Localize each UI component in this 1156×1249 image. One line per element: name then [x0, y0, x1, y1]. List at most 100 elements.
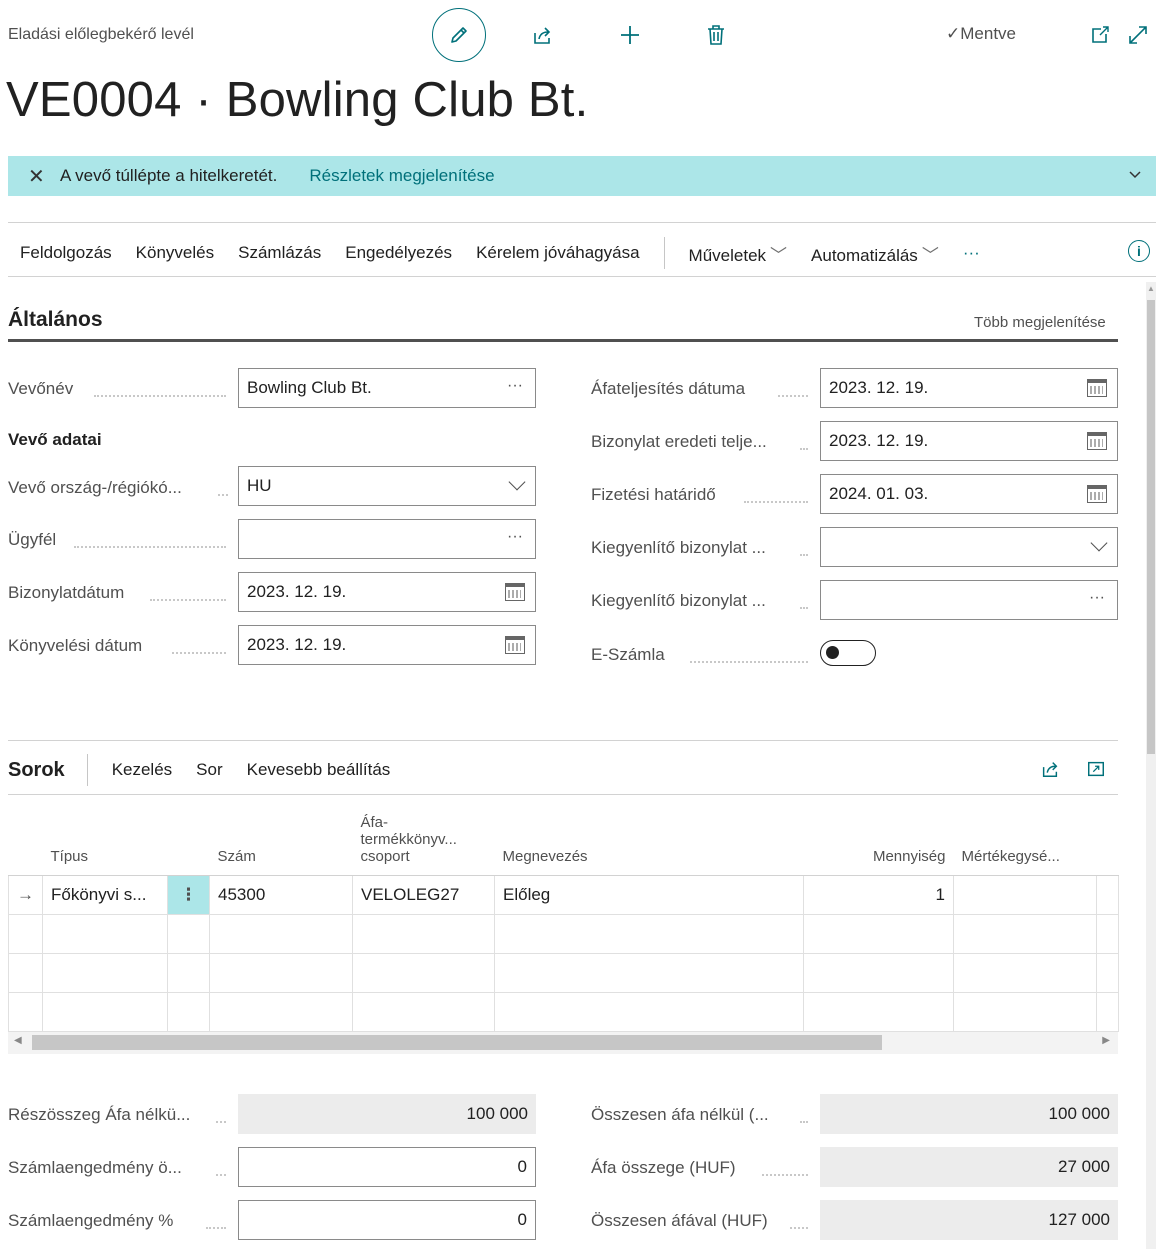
leader-dots: [762, 1174, 808, 1176]
empty-cell[interactable]: [953, 913, 1097, 954]
lines-action-fewer-options[interactable]: Kevesebb beállítás: [247, 760, 391, 780]
calendar-icon[interactable]: [1087, 379, 1107, 397]
menu-automation[interactable]: Automatizálás ﹀: [799, 241, 951, 266]
original-document-date-field[interactable]: 2023. 12. 19.: [820, 421, 1118, 461]
empty-cell[interactable]: [352, 991, 495, 1032]
close-icon[interactable]: ✕: [28, 164, 52, 189]
scroll-left-icon[interactable]: ◀: [14, 1035, 22, 1046]
column-header-description[interactable]: Megnevezés: [494, 795, 804, 876]
empty-cell[interactable]: [494, 913, 804, 954]
empty-cell[interactable]: [494, 991, 804, 1032]
more-actions-button[interactable]: ···: [951, 243, 992, 263]
share-icon[interactable]: [1032, 751, 1068, 787]
scroll-right-icon[interactable]: ▶: [1102, 1035, 1110, 1046]
empty-cell[interactable]: [352, 952, 495, 993]
empty-cell[interactable]: [42, 952, 168, 993]
vertical-scrollbar[interactable]: ▲: [1146, 282, 1156, 1249]
chevron-down-icon: ﹀: [770, 245, 788, 265]
posting-date-field[interactable]: 2023. 12. 19.: [238, 625, 536, 665]
calendar-icon[interactable]: [1087, 432, 1107, 450]
focus-mode-icon[interactable]: [1078, 751, 1114, 787]
action-request-approval[interactable]: Kérelem jóváhagyása: [464, 243, 651, 263]
empty-cell[interactable]: [803, 913, 954, 954]
customer-name-field[interactable]: Bowling Club Bt. ···: [238, 368, 536, 408]
e-invoice-toggle[interactable]: [820, 640, 876, 666]
invoice-discount-amount-field[interactable]: 0: [238, 1147, 536, 1187]
table-row[interactable]: → Főkönyvi s... ⋮ 45300 VELOLEG27 Előleg…: [8, 874, 1119, 915]
action-posting[interactable]: Könyvelés: [124, 243, 226, 263]
table-row[interactable]: [8, 991, 1119, 1032]
column-header-quantity[interactable]: Mennyiség: [803, 795, 954, 876]
table-row[interactable]: [8, 952, 1119, 993]
scroll-up-icon[interactable]: ▲: [1147, 284, 1155, 293]
cell-number[interactable]: 45300: [209, 874, 353, 915]
menu-actions[interactable]: Műveletek ﹀: [677, 241, 799, 266]
vat-date-field[interactable]: 2023. 12. 19.: [820, 368, 1118, 408]
country-select[interactable]: HU: [238, 466, 536, 506]
column-header-vat-group[interactable]: Áfa-termékkönyv... csoport: [352, 795, 495, 876]
leader-dots: [800, 554, 808, 556]
action-release[interactable]: Engedélyezés: [333, 243, 464, 263]
cell-uom[interactable]: [953, 874, 1097, 915]
cell-description[interactable]: Előleg: [494, 874, 804, 915]
table-row[interactable]: [8, 913, 1119, 954]
show-details-link[interactable]: Részletek megjelenítése: [309, 166, 494, 186]
empty-cell[interactable]: [803, 991, 954, 1032]
lookup-dots-icon[interactable]: ···: [507, 528, 523, 546]
info-icon[interactable]: i: [1128, 240, 1150, 262]
lines-action-manage[interactable]: Kezelés: [112, 760, 172, 780]
applies-to-number-field[interactable]: ···: [820, 580, 1118, 620]
delete-trash-icon[interactable]: [698, 17, 734, 53]
calendar-icon[interactable]: [505, 636, 525, 654]
empty-cell[interactable]: [42, 913, 168, 954]
column-header-uom[interactable]: Mértékegysé...: [953, 795, 1097, 876]
action-processing[interactable]: Feldolgozás: [8, 243, 124, 263]
calendar-icon[interactable]: [505, 583, 525, 601]
notification-message: A vevő túllépte a hitelkeretét.: [60, 166, 278, 185]
leader-dots: [778, 395, 808, 397]
column-header-number[interactable]: Szám: [209, 795, 353, 876]
expand-icon[interactable]: [1120, 17, 1156, 53]
row-menu-icon[interactable]: ⋮: [167, 874, 210, 915]
show-more-link[interactable]: Több megjelenítése: [974, 314, 1106, 331]
empty-cell[interactable]: [803, 952, 954, 993]
scrollbar-thumb[interactable]: [1147, 300, 1155, 754]
empty-cell[interactable]: [209, 913, 353, 954]
cell-vat-group[interactable]: VELOLEG27: [352, 874, 495, 915]
applies-to-type-label: Kiegyenlítő bizonylat ...: [591, 538, 766, 557]
client-field[interactable]: ···: [238, 519, 536, 559]
empty-cell[interactable]: [209, 952, 353, 993]
document-date-field[interactable]: 2023. 12. 19.: [238, 572, 536, 612]
action-separator: [663, 237, 665, 269]
cell-type[interactable]: Főkönyvi s...: [42, 874, 168, 915]
lines-title[interactable]: Sorok: [8, 759, 65, 782]
lines-action-line[interactable]: Sor: [196, 760, 222, 780]
section-title-general[interactable]: Általános: [8, 308, 103, 332]
empty-cell[interactable]: [953, 991, 1097, 1032]
empty-cell[interactable]: [42, 991, 168, 1032]
lookup-dots-icon[interactable]: ···: [1089, 589, 1105, 607]
client-label: Ügyfél: [8, 530, 57, 549]
empty-cell[interactable]: [209, 991, 353, 1032]
empty-cell[interactable]: [953, 952, 1097, 993]
lines-table: Típus Szám Áfa-termékkönyv... csoport Meg…: [8, 795, 1119, 1032]
chevron-down-icon[interactable]: [1128, 166, 1142, 186]
invoice-discount-amount-label: Számlaengedmény ö...: [8, 1158, 182, 1177]
share-icon[interactable]: [524, 17, 560, 53]
column-header-type[interactable]: Típus: [42, 795, 168, 876]
due-date-field[interactable]: 2024. 01. 03.: [820, 474, 1118, 514]
empty-cell[interactable]: [352, 913, 495, 954]
open-new-window-icon[interactable]: [1082, 17, 1118, 53]
invoice-discount-percent-field[interactable]: 0: [238, 1200, 536, 1240]
invoice-discount-percent-label: Számlaengedmény %: [8, 1211, 174, 1230]
action-invoicing[interactable]: Számlázás: [226, 243, 333, 263]
applies-to-type-select[interactable]: [820, 527, 1118, 567]
leader-dots: [744, 501, 808, 503]
lookup-dots-icon[interactable]: ···: [507, 377, 523, 395]
cell-quantity[interactable]: 1: [803, 874, 954, 915]
new-plus-icon[interactable]: [612, 17, 648, 53]
horizontal-scrollbar[interactable]: ◀ ▶: [8, 1032, 1118, 1054]
empty-cell[interactable]: [494, 952, 804, 993]
calendar-icon[interactable]: [1087, 485, 1107, 503]
scrollbar-thumb[interactable]: [32, 1035, 882, 1050]
